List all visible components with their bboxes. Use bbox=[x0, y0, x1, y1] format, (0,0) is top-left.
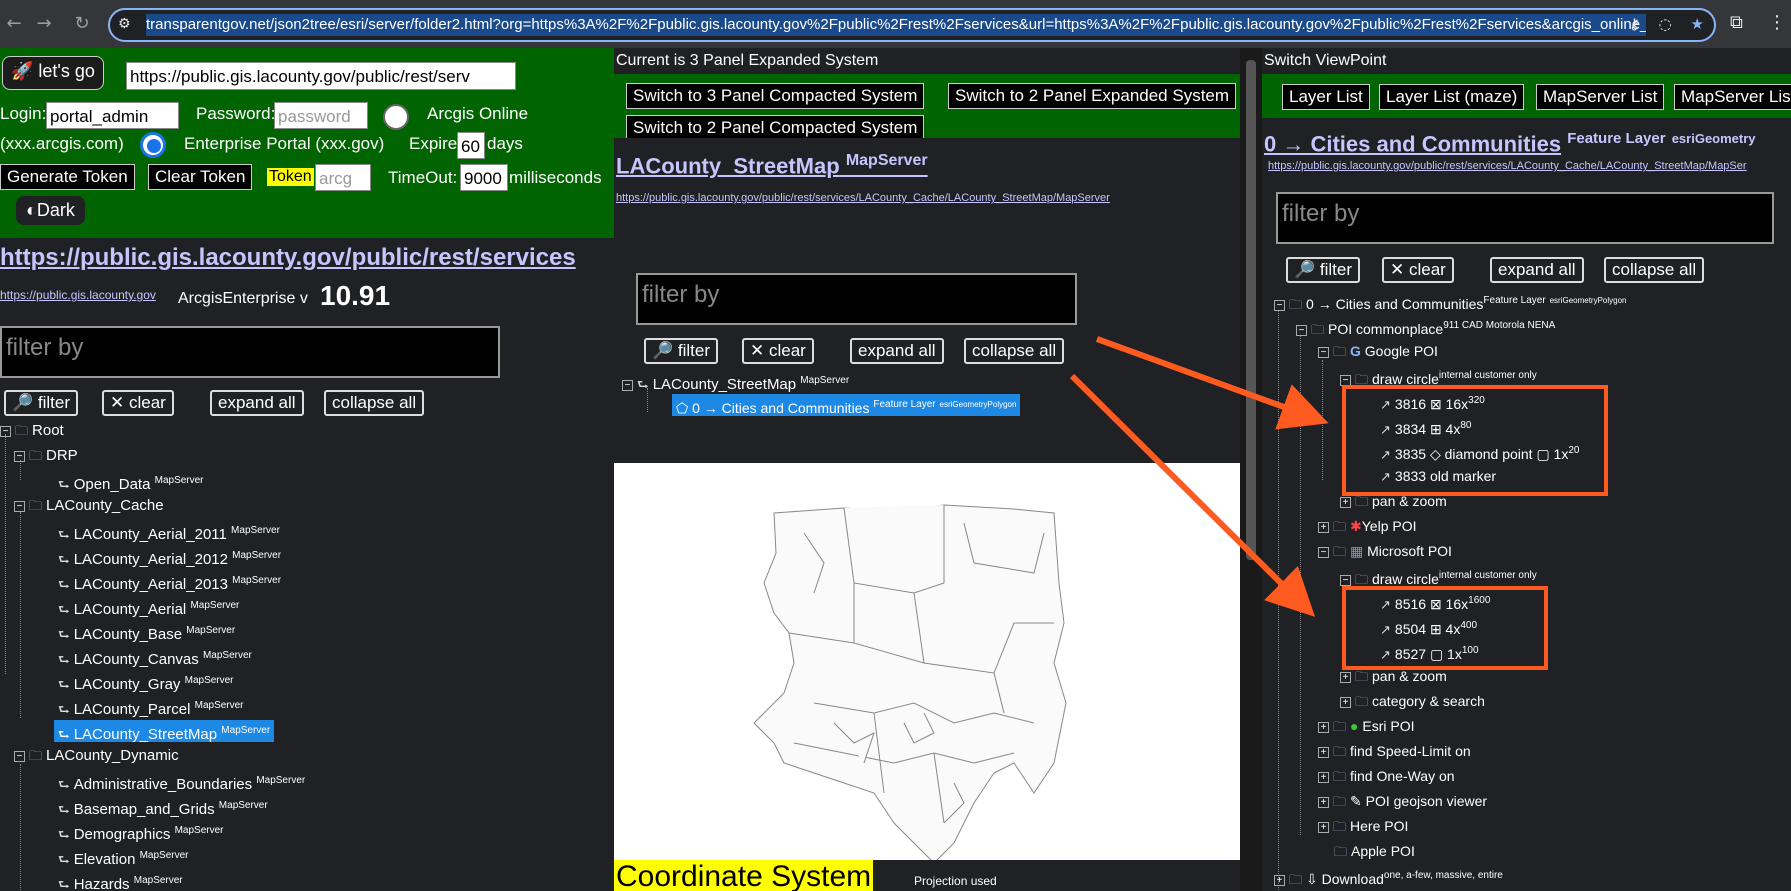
annotation-arrow bbox=[1069, 373, 1316, 617]
annotation-arrow bbox=[1095, 336, 1329, 430]
annotation-arrows bbox=[1069, 336, 1329, 617]
